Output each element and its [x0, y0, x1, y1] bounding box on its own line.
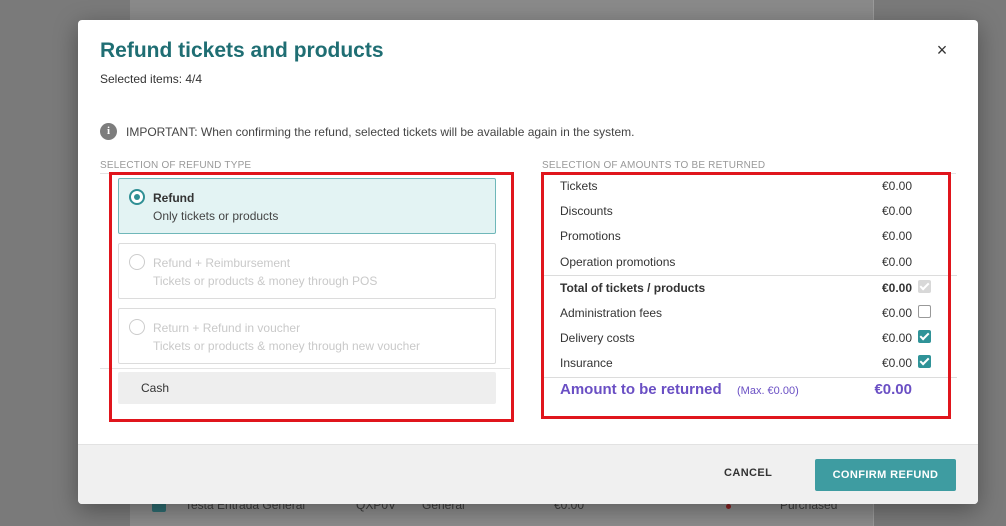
dialog-title: Refund tickets and products [100, 39, 384, 62]
refund-type-label: SELECTION OF REFUND TYPE [100, 160, 252, 171]
refund-type-highlight-box [109, 172, 514, 422]
amounts-highlight-box [541, 172, 951, 419]
selected-items-count: Selected items: 4/4 [100, 72, 203, 86]
background-row-status-dot [726, 504, 731, 509]
info-icon: i [100, 123, 117, 140]
important-notice: IMPORTANT: When confirming the refund, s… [126, 125, 635, 139]
amounts-label: SELECTION OF AMOUNTS TO BE RETURNED [542, 160, 766, 171]
refund-dialog: Refund tickets and products Selected ite… [78, 20, 978, 504]
cancel-button[interactable]: CANCEL [724, 467, 772, 479]
confirm-refund-button[interactable]: CONFIRM REFUND [815, 459, 956, 491]
dialog-footer: CANCEL CONFIRM REFUND [78, 444, 978, 504]
close-icon[interactable]: × [934, 41, 950, 59]
